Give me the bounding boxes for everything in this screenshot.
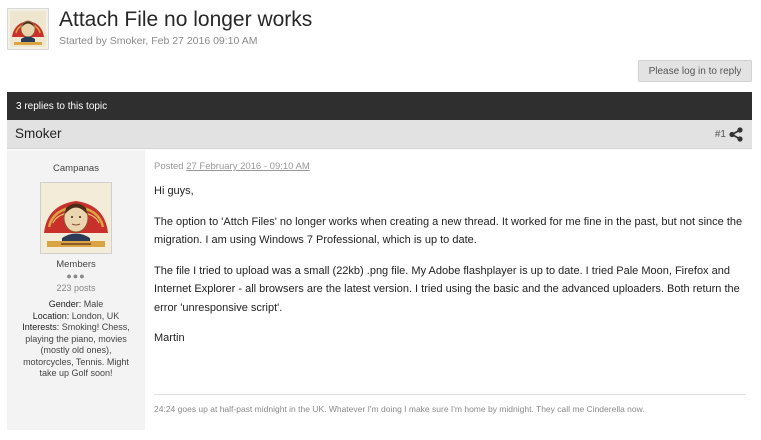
cigar-band-portrait-icon xyxy=(10,11,46,47)
signature-divider xyxy=(154,394,746,395)
author-sidebar: Campanas Members ●●● 223 posts Gender: M… xyxy=(7,150,145,430)
post-body: Posted 27 February 2016 - 09:10 AM Hi gu… xyxy=(154,161,746,360)
posted-line: Posted 27 February 2016 - 09:10 AM xyxy=(154,161,746,172)
post-paragraph: Hi guys, xyxy=(154,185,194,197)
post-paragraph: The option to 'Attch Files' no longer wo… xyxy=(154,215,743,247)
share-icon[interactable] xyxy=(729,127,743,147)
topic-starter-avatar[interactable] xyxy=(7,8,49,50)
interests-label: Interests: xyxy=(22,322,60,332)
post-date-link[interactable]: 27 February 2016 - 09:10 AM xyxy=(186,161,310,172)
post-paragraph: The file I tried to upload was a small (… xyxy=(154,264,740,314)
post-content: Hi guys, The option to 'Attch Files' no … xyxy=(154,182,746,348)
cigar-band-portrait-icon xyxy=(41,183,111,253)
location-label: Location: xyxy=(32,310,70,321)
profile-field-gender: Gender: Male xyxy=(7,299,145,311)
post-signature: 24:24 goes up at half-past midnight in t… xyxy=(154,404,645,414)
gender-label: Gender: xyxy=(48,299,82,309)
topic-title: Attach File no longer works xyxy=(59,8,313,31)
profile-field-interests: Interests: Smoking! Chess, playing the p… xyxy=(7,322,145,380)
user-group: Members xyxy=(56,259,96,270)
user-title: Campanas xyxy=(53,163,99,174)
replies-count-label: 3 replies to this topic xyxy=(16,100,108,112)
login-to-reply-button[interactable]: Please log in to reply xyxy=(638,60,752,82)
user-avatar[interactable] xyxy=(40,182,112,254)
profile-field-location: Location: London, UK xyxy=(7,311,145,323)
posted-prefix: Posted xyxy=(154,161,184,172)
post-author-name[interactable]: Smoker xyxy=(15,126,62,141)
topic-meta: Started by Smoker, Feb 27 2016 09:10 AM xyxy=(59,35,258,47)
post-paragraph: Martin xyxy=(154,332,185,344)
post-header: Smoker #1 xyxy=(7,120,752,149)
rank-pips-icon: ●●● xyxy=(66,271,86,281)
location-value: London, UK xyxy=(71,310,120,321)
post-number-link[interactable]: #1 xyxy=(715,129,726,140)
replies-count-bar: 3 replies to this topic xyxy=(7,92,752,120)
user-post-count: 223 posts xyxy=(56,283,96,293)
gender-value: Male xyxy=(83,299,104,309)
